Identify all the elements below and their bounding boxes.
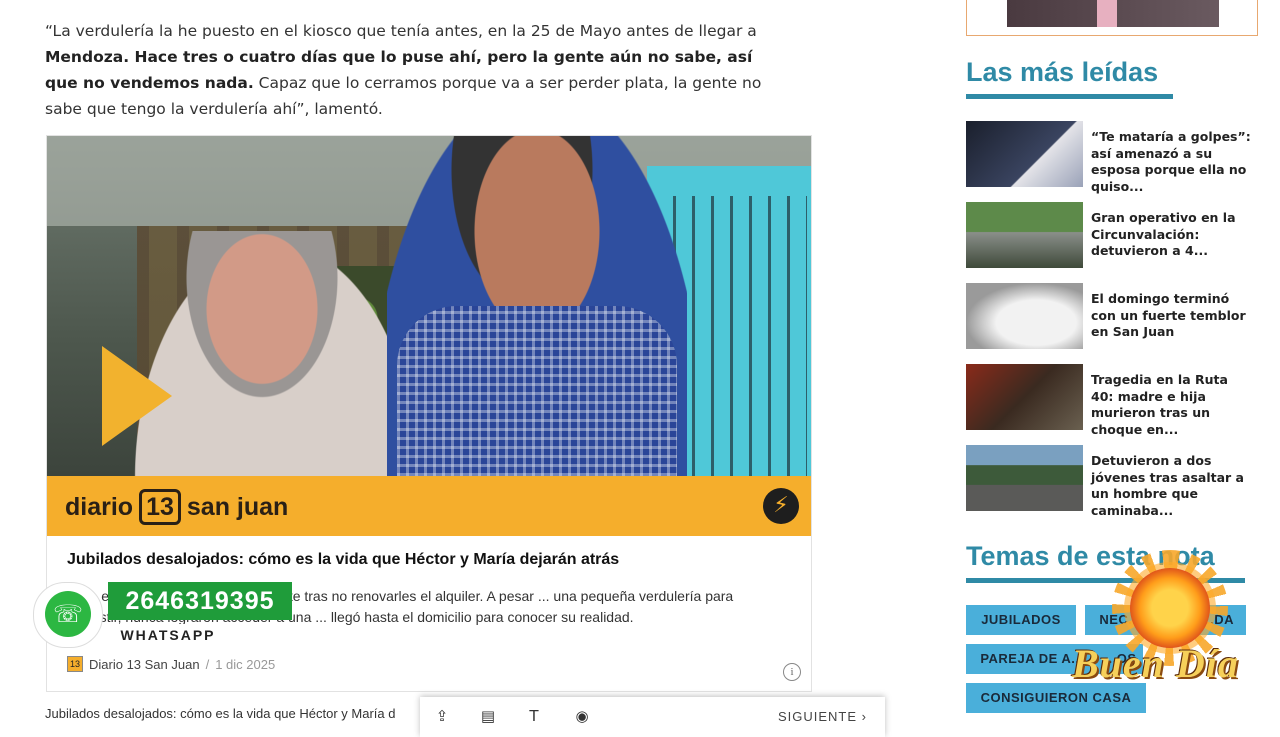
- tag-consiguieron-casa[interactable]: CONSIGUIERON CASA: [966, 683, 1146, 713]
- listen-icon[interactable]: ◉: [572, 707, 592, 725]
- document-icon[interactable]: ▤: [478, 707, 498, 725]
- thumbnail: [966, 364, 1083, 430]
- thumbnail: [966, 283, 1083, 349]
- whatsapp-overlay[interactable]: ☏ 2646319395 WHATSAPP: [33, 582, 295, 648]
- thumbnail: [966, 445, 1083, 511]
- article-paragraph: “La verdulería la he puesto en el kiosco…: [45, 18, 770, 122]
- whatsapp-label: WHATSAPP: [108, 624, 228, 646]
- source-logo-icon: 13: [67, 656, 83, 672]
- info-icon[interactable]: i: [783, 663, 801, 681]
- buen-dia-logo: Buen Día: [1072, 641, 1239, 686]
- embedded-article-title[interactable]: Jubilados desalojados: cómo es la vida q…: [67, 551, 619, 569]
- text-size-icon[interactable]: T: [524, 707, 544, 725]
- whatsapp-logo: ☏: [33, 582, 103, 648]
- play-icon[interactable]: [102, 346, 172, 446]
- article-caption: Jubilados desalojados: cómo es la vida q…: [45, 706, 396, 721]
- sun-icon: [1130, 568, 1210, 648]
- paragraph-text: “La verdulería la he puesto en el kiosco…: [45, 22, 757, 40]
- brand-logo: diario 13 san juan: [65, 489, 288, 525]
- article-photo: [47, 136, 811, 476]
- brand-banner: diario 13 san juan ⚡: [47, 476, 811, 536]
- source-date: 1 dic 2025: [215, 656, 276, 672]
- most-read-underline: [966, 94, 1173, 99]
- most-read-item[interactable]: Tragedia en la Ruta 40: madre e hija mur…: [966, 364, 1256, 437]
- whatsapp-icon: ☏: [45, 591, 91, 637]
- thumbnail: [966, 202, 1083, 268]
- reader-toolbar: ⇪ ▤ T ◉ SIGUIENTE ›: [420, 697, 885, 737]
- thumbnail: [966, 121, 1083, 187]
- separator: /: [205, 656, 210, 672]
- most-read-item[interactable]: Gran operativo en la Circunvalación: det…: [966, 202, 1256, 268]
- most-read-heading: Las más leídas: [966, 57, 1159, 87]
- most-read-item[interactable]: “Te mataría a golpes”: así amenazó a su …: [966, 121, 1256, 194]
- source-name: Diario 13 San Juan: [89, 656, 200, 672]
- lightning-icon: ⚡: [763, 488, 799, 524]
- next-button[interactable]: SIGUIENTE ›: [778, 709, 867, 724]
- most-read-item[interactable]: Detuvieron a dos jóvenes tras asaltar a …: [966, 445, 1256, 518]
- most-read-item[interactable]: El domingo terminó con un fuerte temblor…: [966, 283, 1256, 349]
- ad-figure: [1097, 0, 1117, 27]
- whatsapp-number: 2646319395: [108, 582, 292, 620]
- embedded-source: 13 Diario 13 San Juan / 1 dic 2025: [67, 656, 275, 672]
- sidebar-ad[interactable]: [966, 0, 1258, 36]
- share-icon[interactable]: ⇪: [432, 707, 452, 725]
- tag-jubilados[interactable]: JUBILADOS: [966, 605, 1076, 635]
